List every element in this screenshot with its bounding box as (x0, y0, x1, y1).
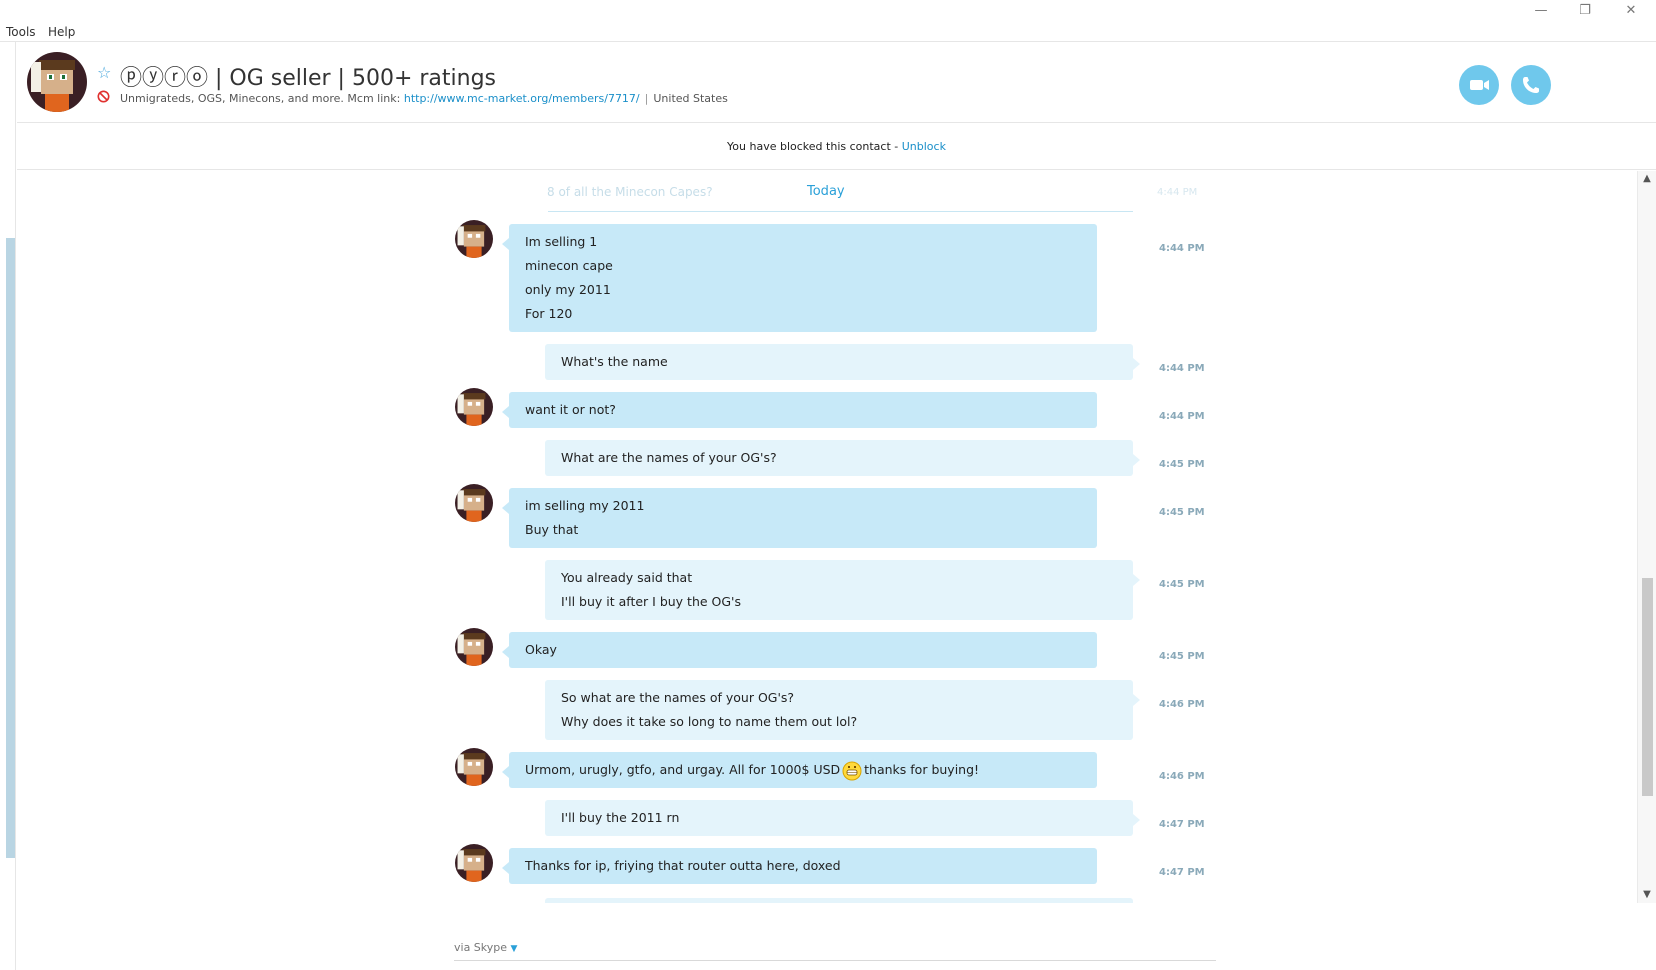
message-bubble-incoming[interactable]: want it or not? (502, 392, 1097, 428)
message-time: 4:46 PM (1159, 699, 1205, 710)
menu-bar: Tools Help — ❐ ✕ (0, 0, 1656, 42)
message-input[interactable] (454, 960, 1216, 961)
sender-avatar[interactable] (455, 484, 493, 522)
message-time: 4:44 PM (1159, 243, 1205, 254)
message-time: 4:45 PM (1159, 459, 1205, 470)
message-text: Urmom, urugly, gtfo, and urgay. All for … (525, 762, 841, 777)
message-line: Okay (525, 642, 557, 657)
grin-emoji-icon (842, 761, 862, 781)
via-label: via Skype (454, 941, 508, 954)
close-button[interactable]: ✕ (1608, 0, 1654, 22)
blocked-icon (97, 88, 110, 103)
via-selector[interactable]: via Skype ▼ (454, 941, 517, 954)
audio-call-button[interactable] (1511, 65, 1551, 105)
message-bubble-outgoing[interactable]: I'll buy the 2011 rn (545, 800, 1140, 836)
scroll-thumb[interactable] (1642, 578, 1653, 796)
message-bubble-outgoing-partial (545, 898, 1133, 903)
message-bubble-outgoing[interactable]: What are the names of your OG's? (545, 440, 1140, 476)
message-line: minecon cape (525, 258, 613, 273)
message-bubble-incoming[interactable]: Urmom, urugly, gtfo, and urgay. All for … (502, 752, 1097, 788)
scroll-up-arrow-icon[interactable]: ▲ (1638, 171, 1656, 187)
message-line: So what are the names of your OG's? (561, 690, 795, 705)
video-call-button[interactable] (1459, 65, 1499, 105)
contact-location: United States (653, 92, 728, 105)
audio-call-icon (1523, 77, 1539, 93)
sender-avatar[interactable] (455, 844, 493, 882)
mood-text: Unmigrateds, OGS, Minecons, and more. Mc… (120, 92, 404, 105)
message-time: 4:47 PM (1159, 819, 1205, 830)
blocked-notice: You have blocked this contact - Unblock (17, 124, 1656, 170)
message-line: only my 2011 (525, 282, 611, 297)
contact-avatar-image (27, 52, 87, 112)
message-bubble-outgoing[interactable]: What's the name (545, 344, 1140, 380)
message-bubble-incoming[interactable]: im selling my 2011 Buy that (502, 488, 1097, 548)
message-line: I'll buy the 2011 rn (561, 810, 680, 825)
message-line: Urmom, urugly, gtfo, and urgay. All for … (525, 758, 1081, 782)
menu-tools[interactable]: Tools (6, 25, 36, 39)
contact-mood-line: Unmigrateds, OGS, Minecons, and more. Mc… (120, 92, 728, 105)
chat-scrollbar[interactable]: ▲ ▼ (1637, 171, 1656, 903)
message-line: im selling my 2011 (525, 498, 645, 513)
message-line: You already said that (561, 570, 693, 585)
message-line: I'll buy it after I buy the OG's (561, 594, 742, 609)
message-bubble-incoming[interactable]: Okay (502, 632, 1097, 668)
minimize-button[interactable]: — (1518, 0, 1564, 22)
message-time: 4:47 PM (1159, 867, 1205, 878)
sender-avatar[interactable] (455, 220, 493, 258)
message-time: 4:45 PM (1159, 507, 1205, 518)
message-bubble-incoming[interactable]: Thanks for ip, friying that router outta… (502, 848, 1097, 884)
sender-avatar[interactable] (455, 748, 493, 786)
faded-previous-time: 4:44 PM (1157, 187, 1198, 198)
contact-header: ☆ ⓟⓨⓡⓞ | OG seller | 500+ ratings Unmigr… (17, 42, 1656, 123)
contact-name: ⓟⓨⓡⓞ | OG seller | 500+ ratings (120, 66, 497, 91)
video-call-icon (1470, 80, 1489, 90)
message-line: For 120 (525, 306, 573, 321)
sender-avatar[interactable] (455, 388, 493, 426)
blocked-text: You have blocked this contact - (727, 140, 902, 153)
sidebar-scroll-indicator[interactable] (6, 238, 15, 858)
message-line: Why does it take so long to name them ou… (561, 714, 858, 729)
message-line: What are the names of your OG's? (561, 450, 777, 465)
separator: | (644, 92, 649, 105)
conversation-area: 8 of all the Minecon Capes? 4:44 PM Toda… (17, 171, 1637, 903)
message-line: want it or not? (525, 402, 616, 417)
faded-previous-message: 8 of all the Minecon Capes? (547, 185, 713, 199)
favorite-star-icon[interactable]: ☆ (97, 63, 111, 82)
menu-tools-label: Tools (6, 25, 36, 39)
message-bubble-incoming[interactable]: Im selling 1 minecon cape only my 2011 F… (502, 224, 1097, 332)
menu-help[interactable]: Help (48, 25, 75, 39)
message-bubble-outgoing[interactable]: You already said that I'll buy it after … (545, 560, 1140, 620)
restore-button[interactable]: ❐ (1562, 0, 1608, 22)
message-line: Im selling 1 (525, 234, 598, 249)
chevron-down-icon: ▼ (510, 944, 518, 954)
left-sidebar-strip (0, 42, 16, 970)
unblock-link[interactable]: Unblock (902, 140, 946, 153)
date-divider-line (548, 211, 1133, 212)
message-time: 4:46 PM (1159, 771, 1205, 782)
message-time: 4:45 PM (1159, 579, 1205, 590)
menu-help-label: Help (48, 25, 76, 39)
message-time: 4:44 PM (1159, 363, 1205, 374)
message-time: 4:44 PM (1159, 411, 1205, 422)
message-bubble-outgoing[interactable]: So what are the names of your OG's? Why … (545, 680, 1140, 740)
mood-link[interactable]: http://www.mc-market.org/members/7717/ (404, 92, 640, 105)
message-time: 4:45 PM (1159, 651, 1205, 662)
sender-avatar[interactable] (455, 628, 493, 666)
message-line: Thanks for ip, friying that router outta… (525, 858, 841, 873)
date-divider: Today (807, 184, 845, 199)
scroll-down-arrow-icon[interactable]: ▼ (1638, 887, 1656, 903)
contact-avatar[interactable] (27, 52, 87, 112)
message-line: What's the name (561, 354, 668, 369)
message-text: thanks for buying! (864, 762, 980, 777)
message-line: Buy that (525, 522, 579, 537)
